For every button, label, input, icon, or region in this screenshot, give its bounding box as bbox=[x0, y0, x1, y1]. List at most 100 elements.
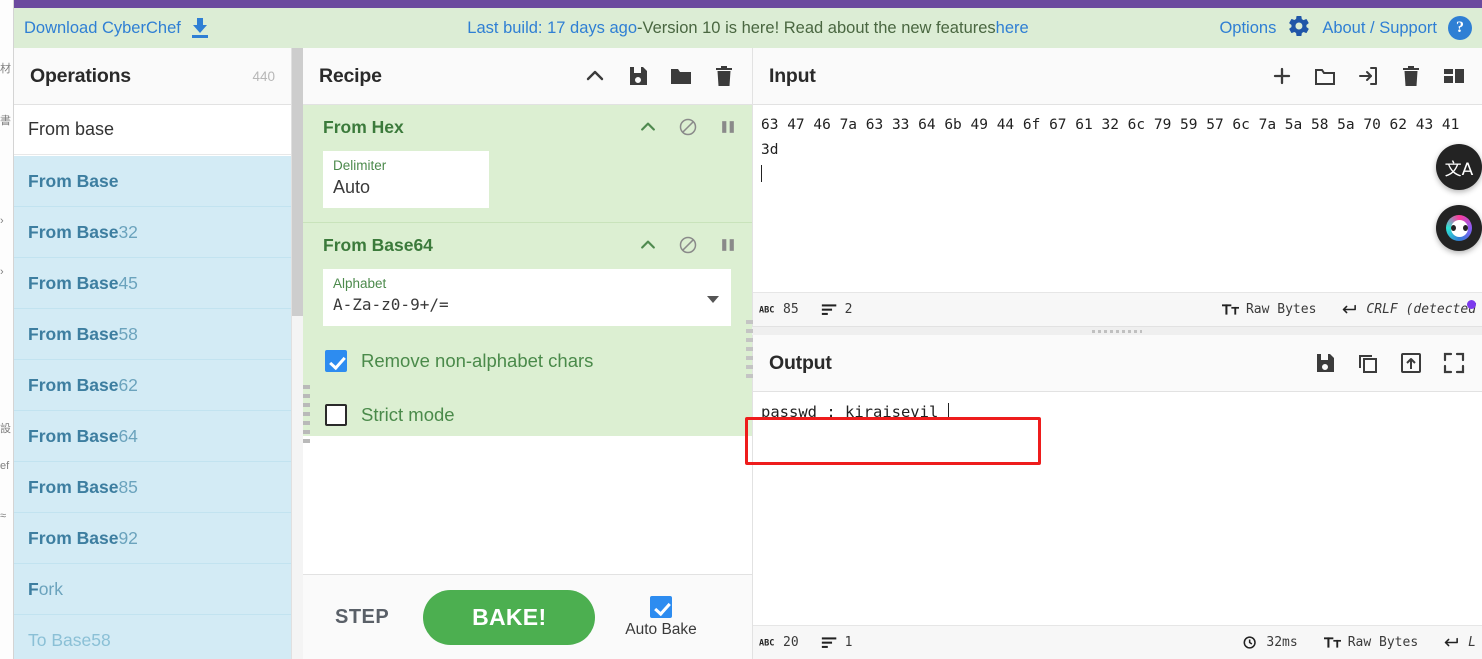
banner-actions: Options About / Support ? bbox=[1219, 8, 1472, 48]
edge-glyph: 書 bbox=[0, 115, 11, 127]
operation-list-item[interactable]: From Base 64 bbox=[14, 411, 291, 462]
add-input-tab-icon[interactable] bbox=[1270, 64, 1294, 88]
assistant-bubble-icon[interactable] bbox=[1436, 205, 1482, 251]
argument-checkbox[interactable] bbox=[325, 404, 347, 426]
breakpoint-pause-icon[interactable] bbox=[718, 117, 738, 137]
edge-glyph: ≈ bbox=[0, 510, 7, 522]
output-encoding-status[interactable]: Raw Bytes bbox=[1323, 635, 1419, 650]
operations-scrollbar[interactable] bbox=[292, 48, 303, 659]
recipe-resize-handle[interactable] bbox=[303, 385, 310, 443]
input-lines-status: 2 bbox=[821, 302, 852, 317]
operation-list-item[interactable]: To Base58 bbox=[14, 615, 291, 659]
operation-rest-text: To Base58 bbox=[28, 629, 111, 650]
about-support-label[interactable]: About / Support bbox=[1322, 19, 1437, 38]
step-button[interactable]: STEP bbox=[335, 606, 389, 629]
io-resize-handle[interactable] bbox=[746, 320, 753, 378]
scrollbar-thumb[interactable] bbox=[292, 48, 303, 316]
operation-list-item[interactable]: From Base 85 bbox=[14, 462, 291, 513]
text-caret bbox=[761, 165, 762, 182]
svg-text:ABC: ABC bbox=[759, 306, 774, 316]
replace-input-icon[interactable] bbox=[1399, 351, 1423, 375]
auto-bake-toggle[interactable]: Auto Bake bbox=[625, 595, 697, 639]
operation-match-text: From Base bbox=[28, 221, 119, 242]
clear-recipe-icon[interactable] bbox=[712, 64, 736, 88]
input-encoding-status[interactable]: Raw Bytes bbox=[1221, 302, 1316, 317]
operation-list-item[interactable]: From Base 45 bbox=[14, 258, 291, 309]
options-label[interactable]: Options bbox=[1219, 19, 1276, 38]
argument-label: Alphabet bbox=[333, 276, 387, 291]
operation-list-item[interactable]: Fork bbox=[14, 564, 291, 615]
recipe-header-actions bbox=[583, 64, 736, 88]
operation-list-item[interactable]: From Base 92 bbox=[14, 513, 291, 564]
input-header: Input bbox=[753, 48, 1482, 105]
copy-output-icon[interactable] bbox=[1356, 351, 1380, 375]
abc-length-icon: ABC bbox=[759, 639, 774, 649]
argument-checkbox[interactable] bbox=[325, 350, 347, 372]
clock-icon bbox=[1243, 636, 1257, 649]
new-features-link[interactable]: here bbox=[996, 19, 1029, 38]
tab-layout-icon[interactable] bbox=[1442, 64, 1466, 88]
breakpoint-pause-icon[interactable] bbox=[718, 235, 738, 255]
output-textarea[interactable]: passwd : kiraisevil bbox=[753, 392, 1482, 630]
maximise-output-icon[interactable] bbox=[1442, 351, 1466, 375]
chevron-down-icon[interactable] bbox=[707, 296, 719, 303]
collapse-chevron-icon[interactable] bbox=[638, 117, 658, 137]
input-textarea[interactable]: 63 47 46 7a 63 33 64 6b 49 44 6f 67 61 3… bbox=[753, 105, 1482, 292]
last-build-link[interactable]: Last build: 17 days ago bbox=[467, 19, 637, 38]
operation-list-item[interactable]: From Base bbox=[14, 156, 291, 207]
character-encoding-icon bbox=[1221, 304, 1239, 315]
search-input[interactable]: From base bbox=[14, 105, 291, 155]
output-length-value: 20 bbox=[783, 635, 799, 650]
operation-list-item[interactable]: From Base 62 bbox=[14, 360, 291, 411]
disable-operation-icon[interactable] bbox=[678, 235, 698, 255]
lines-icon bbox=[821, 637, 836, 648]
argument-checkbox-label: Strict mode bbox=[361, 404, 455, 425]
operation-list-item[interactable]: From Base 58 bbox=[14, 309, 291, 360]
save-output-icon[interactable] bbox=[1313, 351, 1337, 375]
output-header: Output bbox=[753, 335, 1482, 392]
chevron-up-icon[interactable] bbox=[583, 64, 607, 88]
gear-icon[interactable] bbox=[1287, 14, 1311, 43]
clear-input-icon[interactable] bbox=[1399, 64, 1423, 88]
operation-match-text: F bbox=[28, 578, 39, 599]
assistant-eyes-icon bbox=[1450, 225, 1468, 231]
output-header-actions bbox=[1313, 351, 1466, 375]
recipe-panel: Recipe From Hex Delimiter Auto From Base64 A… bbox=[303, 48, 752, 659]
recipe-operation[interactable]: From Hex Delimiter Auto bbox=[303, 105, 752, 208]
argument-checkbox-row[interactable]: Remove non-alphabet chars bbox=[303, 340, 752, 382]
argument-checkbox-row[interactable]: Strict mode bbox=[303, 394, 752, 436]
operation-match-text: From Base bbox=[28, 374, 119, 395]
recipe-operation-title: From Base64 bbox=[323, 234, 433, 255]
disable-operation-icon[interactable] bbox=[678, 117, 698, 137]
output-status-bar: ABC 20 1 32ms Raw Bytes L bbox=[753, 625, 1482, 659]
cyberchef-app: 材 書 › › 設 ef ≈ Download CyberChef Last b… bbox=[0, 0, 1482, 659]
open-folder-icon[interactable] bbox=[1313, 64, 1337, 88]
version-message: Version 10 is here! Read about the new f… bbox=[642, 18, 996, 37]
load-folder-icon[interactable] bbox=[669, 64, 693, 88]
recipe-operation[interactable]: From Base64 Alphabet A-Za-z0-9+/= Remove no… bbox=[303, 222, 752, 436]
output-eol-status[interactable]: L bbox=[1444, 635, 1476, 650]
translate-icon[interactable]: 文A bbox=[1436, 144, 1482, 190]
operation-rest-text: 58 bbox=[118, 323, 138, 344]
output-title: Output bbox=[769, 351, 832, 374]
question-circle-icon[interactable]: ? bbox=[1448, 16, 1472, 40]
save-icon[interactable] bbox=[626, 64, 650, 88]
top-banner: Download CyberChef Last build: 17 days a… bbox=[14, 8, 1482, 48]
argument-input[interactable]: Delimiter Auto bbox=[323, 151, 489, 208]
input-length-value: 85 bbox=[783, 302, 799, 317]
input-value: 63 47 46 7a 63 33 64 6b 49 44 6f 67 61 3… bbox=[761, 117, 1469, 158]
output-length-status: ABC 20 bbox=[759, 635, 799, 650]
notification-dot-icon[interactable] bbox=[1467, 300, 1476, 309]
argument-select[interactable]: Alphabet A-Za-z0-9+/= bbox=[323, 269, 731, 326]
io-splitter[interactable] bbox=[752, 326, 1482, 335]
operation-rest-text: 32 bbox=[118, 221, 138, 242]
open-file-icon[interactable] bbox=[1356, 64, 1380, 88]
output-encoding-value: Raw Bytes bbox=[1347, 635, 1419, 650]
recipe-operation-title: From Hex bbox=[323, 116, 404, 137]
operation-list-item[interactable]: From Base 32 bbox=[14, 207, 291, 258]
edge-glyph: › bbox=[0, 266, 4, 278]
collapse-chevron-icon[interactable] bbox=[638, 235, 658, 255]
input-eol-status[interactable]: CRLF (detected bbox=[1342, 302, 1476, 317]
auto-bake-checkbox[interactable] bbox=[650, 595, 673, 618]
bake-button[interactable]: BAKE! bbox=[423, 589, 596, 645]
